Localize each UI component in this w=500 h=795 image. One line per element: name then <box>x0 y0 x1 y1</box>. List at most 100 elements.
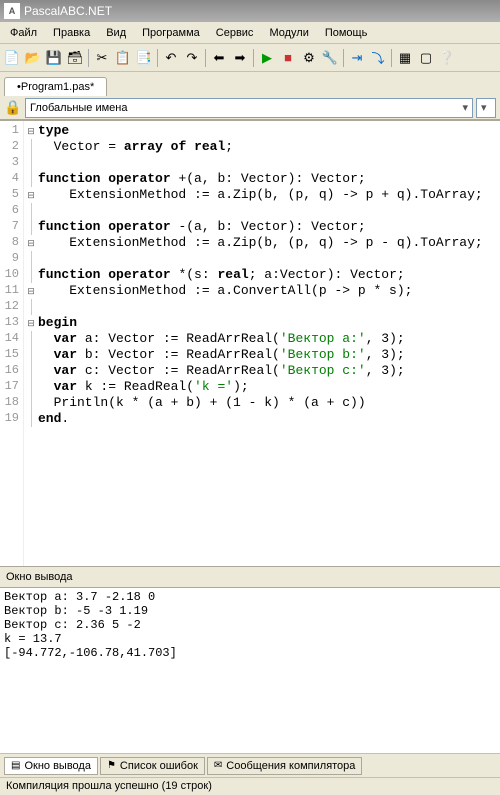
toolbar: 📄 📂 💾 🗃 ✂ 📋 📑 ↶ ↷ ⬅ ➡ ▶ ■ ⚙ 🔧 ⇥ ⤵ ▦ ▢ ❔ <box>0 44 500 72</box>
line-number: 3 <box>0 155 23 171</box>
code-line[interactable]: type <box>38 123 500 139</box>
tab-icon: ▤ <box>11 760 20 771</box>
fold-marker <box>24 411 38 427</box>
line-number: 14 <box>0 331 23 347</box>
code-editor[interactable]: 12345678910111213141516171819 ⊟⊟⊟⊟⊟ type… <box>0 120 500 566</box>
copy-button[interactable]: 📋 <box>113 48 133 68</box>
line-number: 10 <box>0 267 23 283</box>
tab-label: Окно вывода <box>24 760 91 772</box>
fold-marker[interactable]: ⊟ <box>24 283 38 299</box>
code-area[interactable]: type Vector = array of real; function ope… <box>38 121 500 566</box>
code-line[interactable]: var k := ReadReal('k ='); <box>38 379 500 395</box>
separator <box>253 49 254 67</box>
tabbar: •Program1.pas* <box>0 72 500 96</box>
fold-marker[interactable]: ⊟ <box>24 235 38 251</box>
code-line[interactable] <box>38 251 500 267</box>
new-file-button[interactable]: 📄 <box>2 48 22 68</box>
open-file-button[interactable]: 📂 <box>23 48 43 68</box>
statusbar: Компиляция прошла успешно (19 строк) <box>0 777 500 795</box>
fold-marker <box>24 219 38 235</box>
code-line[interactable]: ExtensionMethod := a.ConvertAll(p -> p *… <box>38 283 500 299</box>
menu-вид[interactable]: Вид <box>98 24 134 42</box>
stop-button[interactable]: ■ <box>278 48 298 68</box>
line-number: 1 <box>0 123 23 139</box>
fold-marker <box>24 267 38 283</box>
code-line[interactable]: var a: Vector := ReadArrReal('Вектор a:'… <box>38 331 500 347</box>
help-button[interactable]: ❔ <box>437 48 457 68</box>
fold-marker <box>24 171 38 187</box>
code-line[interactable]: Println(k * (a + b) + (1 - k) * (a + c)) <box>38 395 500 411</box>
line-number: 19 <box>0 411 23 427</box>
code-line[interactable]: var c: Vector := ReadArrReal('Вектор c:'… <box>38 363 500 379</box>
line-number: 12 <box>0 299 23 315</box>
fold-marker <box>24 347 38 363</box>
bottom-tab[interactable]: ⚑Список ошибок <box>100 757 205 775</box>
code-line[interactable]: ExtensionMethod := a.Zip(b, (p, q) -> p … <box>38 235 500 251</box>
module-button[interactable]: ▢ <box>416 48 436 68</box>
code-line[interactable] <box>38 155 500 171</box>
bottom-tab[interactable]: ✉Сообщения компилятора <box>207 757 363 775</box>
fold-marker[interactable]: ⊟ <box>24 187 38 203</box>
run-button[interactable]: ▶ <box>257 48 277 68</box>
code-line[interactable]: function operator *(s: real; a:Vector): … <box>38 267 500 283</box>
fold-marker <box>24 395 38 411</box>
redo-button[interactable]: ↷ <box>182 48 202 68</box>
file-tab[interactable]: •Program1.pas* <box>4 77 107 96</box>
nav-back-button[interactable]: ⬅ <box>209 48 229 68</box>
line-number: 5 <box>0 187 23 203</box>
code-line[interactable]: end. <box>38 411 500 427</box>
line-number: 13 <box>0 315 23 331</box>
bottom-tabs: ▤ Окно вывода ⚑Список ошибок✉Сообщения ком… <box>0 753 500 777</box>
code-line[interactable]: ExtensionMethod := a.Zip(b, (p, q) -> p … <box>38 187 500 203</box>
form-button[interactable]: ▦ <box>395 48 415 68</box>
menubar: ФайлПравкаВидПрограммаСервисМодулиПомощь <box>0 22 500 44</box>
tab-label: Сообщения компилятора <box>226 760 355 772</box>
menu-файл[interactable]: Файл <box>2 24 45 42</box>
code-line[interactable]: begin <box>38 315 500 331</box>
fold-marker <box>24 331 38 347</box>
menu-программа[interactable]: Программа <box>134 24 208 42</box>
build-button[interactable]: 🔧 <box>320 48 340 68</box>
line-number: 4 <box>0 171 23 187</box>
scope-icon: 🔒 <box>4 99 22 117</box>
code-line[interactable]: Vector = array of real; <box>38 139 500 155</box>
line-number: 2 <box>0 139 23 155</box>
nav-fwd-button[interactable]: ➡ <box>230 48 250 68</box>
code-line[interactable]: var b: Vector := ReadArrReal('Вектор b:'… <box>38 347 500 363</box>
fold-marker[interactable]: ⊟ <box>24 315 38 331</box>
line-number: 17 <box>0 379 23 395</box>
fold-marker <box>24 251 38 267</box>
tab-icon: ⚑ <box>107 760 116 771</box>
compile-button[interactable]: ⚙ <box>299 48 319 68</box>
menu-правка[interactable]: Правка <box>45 24 98 42</box>
titlebar: A PascalABC.NET <box>0 0 500 22</box>
menu-помощь[interactable]: Помощь <box>317 24 376 42</box>
fold-marker <box>24 139 38 155</box>
menu-сервис[interactable]: Сервис <box>208 24 262 42</box>
scope-select[interactable]: Глобальные имена <box>25 98 473 118</box>
save-button[interactable]: 💾 <box>44 48 64 68</box>
fold-marker <box>24 299 38 315</box>
undo-button[interactable]: ↶ <box>161 48 181 68</box>
code-line[interactable]: function operator +(a, b: Vector): Vecto… <box>38 171 500 187</box>
paste-button[interactable]: 📑 <box>134 48 154 68</box>
code-line[interactable]: function operator -(a, b: Vector): Vecto… <box>38 219 500 235</box>
code-line[interactable] <box>38 203 500 219</box>
menu-модули[interactable]: Модули <box>261 24 316 42</box>
fold-marker[interactable]: ⊟ <box>24 123 38 139</box>
fold-marker <box>24 203 38 219</box>
scope-row: 🔒 Глобальные имена <box>0 96 500 120</box>
line-number: 9 <box>0 251 23 267</box>
scope-label: Глобальные имена <box>30 102 128 114</box>
save-all-button[interactable]: 🗃 <box>65 48 85 68</box>
separator <box>343 49 344 67</box>
code-line[interactable] <box>38 299 500 315</box>
scope-extra[interactable] <box>476 98 496 118</box>
step-over-button[interactable]: ⤵ <box>368 48 388 68</box>
fold-marker <box>24 379 38 395</box>
line-number: 7 <box>0 219 23 235</box>
bottom-tab[interactable]: ▤ Окно вывода <box>4 757 98 775</box>
step-into-button[interactable]: ⇥ <box>347 48 367 68</box>
cut-button[interactable]: ✂ <box>92 48 112 68</box>
output-panel[interactable]: Вектор a: 3.7 -2.18 0 Вектор b: -5 -3 1.… <box>0 588 500 753</box>
